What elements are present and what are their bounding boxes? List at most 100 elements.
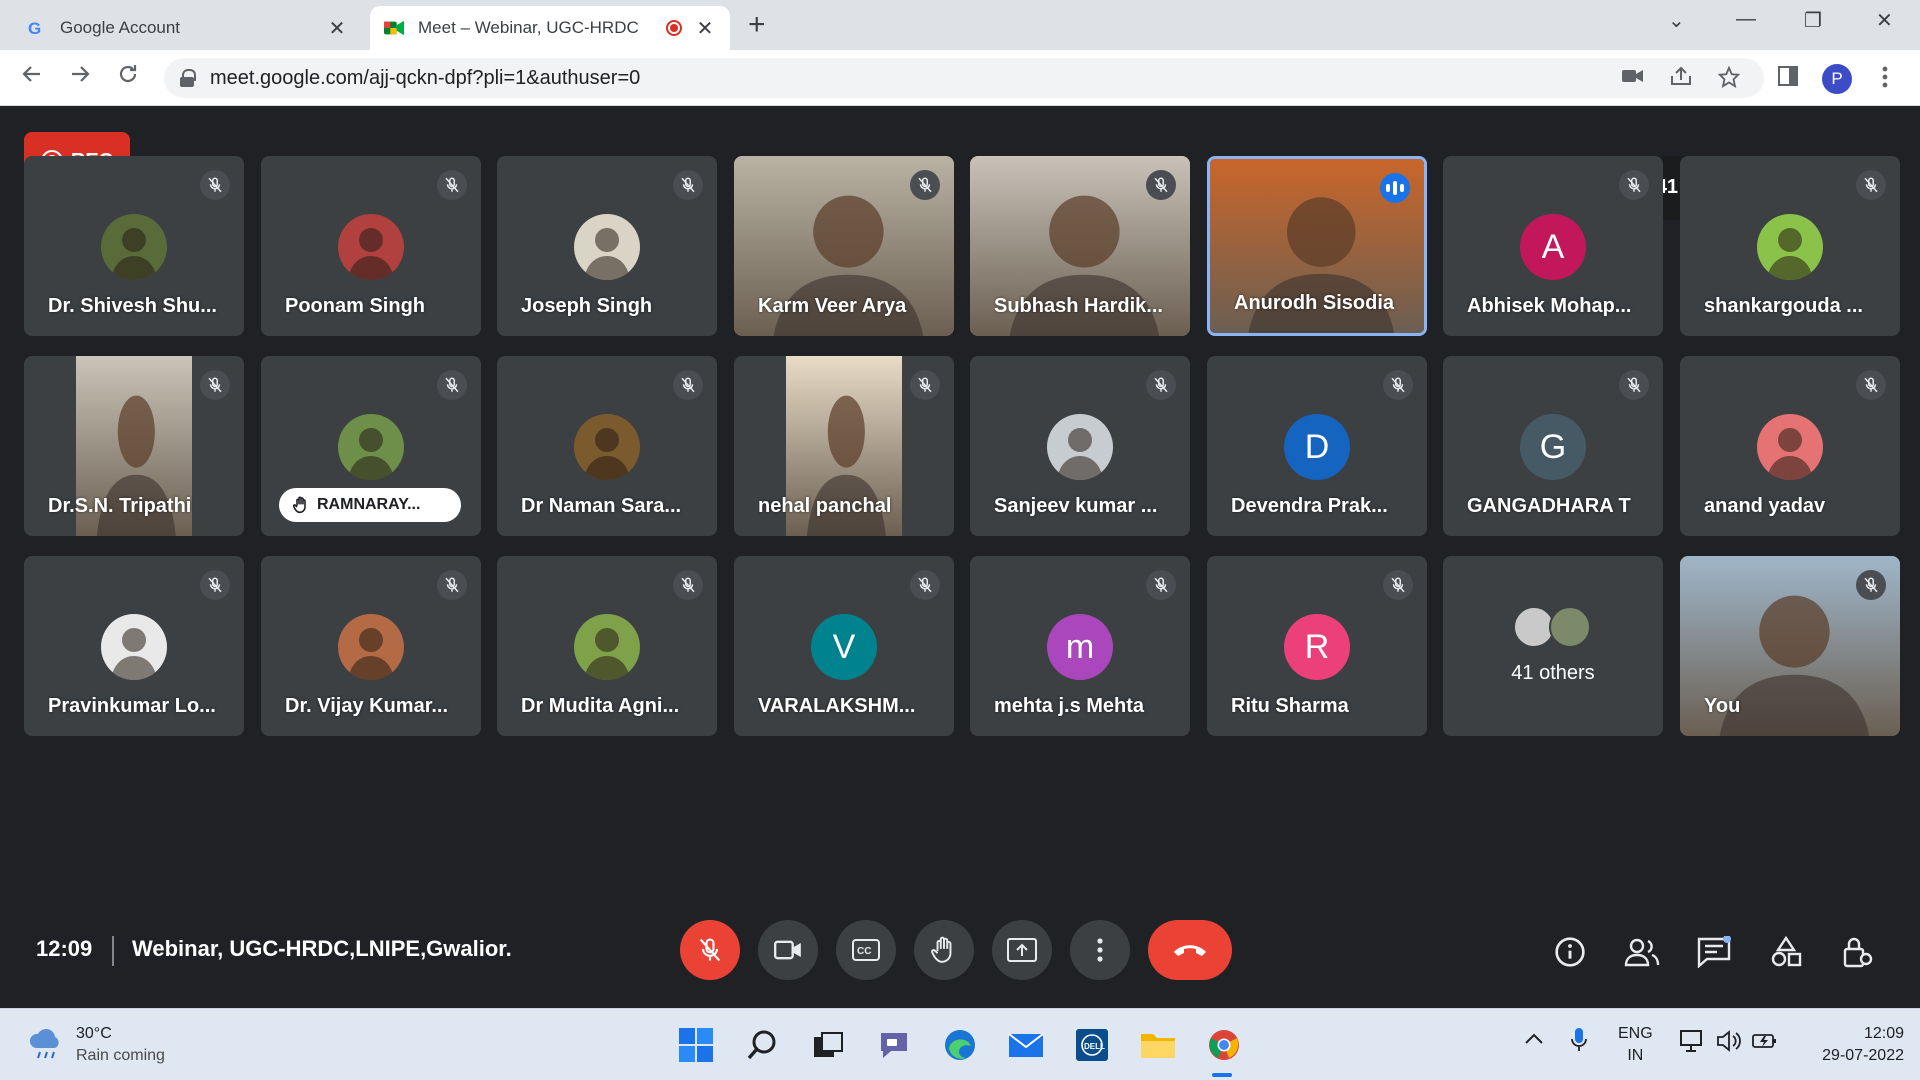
captions-icon: CC — [852, 939, 880, 961]
meet-icon — [384, 18, 404, 38]
language-code: ENG — [1618, 1025, 1653, 1042]
participant-name: Dr. Vijay Kumar... — [285, 695, 449, 717]
participant-tile[interactable]: Poonam Singh — [261, 156, 481, 336]
participant-tile[interactable]: nehal panchal — [734, 356, 954, 536]
participant-tile[interactable]: Dr Mudita Agni... — [497, 556, 717, 736]
mic-off-icon — [1383, 370, 1413, 400]
network-tray[interactable] — [1680, 1029, 1706, 1058]
initial-avatar: m — [1047, 614, 1113, 680]
participant-name: RAMNARAY... — [317, 496, 421, 513]
taskbar-file-explorer[interactable] — [1136, 1023, 1180, 1067]
close-tab-icon[interactable]: ✕ — [694, 16, 716, 41]
leave-call-button[interactable] — [1148, 920, 1232, 980]
close-tab-icon[interactable]: ✕ — [326, 16, 348, 41]
activities-icon — [1771, 936, 1802, 967]
participant-tile[interactable]: shankargouda ... — [1680, 156, 1900, 336]
avatar — [1549, 606, 1591, 648]
search-icon — [747, 1030, 776, 1060]
language-indicator[interactable]: ENG IN — [1618, 1023, 1653, 1067]
battery-tray[interactable] — [1752, 1029, 1778, 1058]
participant-tile[interactable]: Karm Veer Arya — [734, 156, 954, 336]
participant-name: Joseph Singh — [521, 295, 653, 317]
raise-hand-button[interactable] — [914, 920, 974, 980]
profile-avatar[interactable]: P — [1822, 64, 1852, 94]
close-window-button[interactable]: ✕ — [1876, 8, 1893, 33]
taskbar-chrome[interactable] — [1202, 1023, 1246, 1067]
participant-tile[interactable]: You — [1680, 556, 1900, 736]
mic-off-icon — [437, 570, 467, 600]
task-view-button[interactable] — [806, 1023, 850, 1067]
mic-off-icon — [1146, 570, 1176, 600]
participant-tile[interactable]: A Abhisek Mohap... — [1443, 156, 1663, 336]
taskbar-search[interactable] — [740, 1023, 784, 1067]
participant-tile[interactable]: Dr. Shivesh Shu... — [24, 156, 244, 336]
meeting-info-button[interactable] — [1548, 930, 1592, 974]
url-text[interactable]: meet.google.com/ajj-qckn-dpf?pli=1&authu… — [210, 67, 640, 90]
back-icon[interactable] — [20, 62, 44, 92]
microphone-tray[interactable] — [1570, 1027, 1588, 1058]
tab-search-icon[interactable]: ⌄ — [1668, 8, 1685, 33]
participant-tile[interactable]: D Devendra Prak... — [1207, 356, 1427, 536]
tab-meet-webinar[interactable]: Meet – Webinar, UGC-HRDC ✕ — [370, 6, 730, 50]
tab-title: Google Account — [60, 18, 181, 37]
bookmark-star-icon[interactable] — [1717, 65, 1741, 93]
participant-name: Pravinkumar Lo... — [48, 695, 216, 717]
restore-button[interactable]: ❐ — [1804, 8, 1822, 33]
forward-icon[interactable] — [68, 62, 92, 92]
mic-off-icon — [673, 370, 703, 400]
video-camera-icon — [774, 940, 801, 960]
participant-tile[interactable]: anand yadav — [1680, 356, 1900, 536]
address-bar[interactable]: meet.google.com/ajj-qckn-dpf?pli=1&authu… — [164, 58, 1764, 98]
captions-button[interactable]: CC — [836, 920, 896, 980]
participant-tile[interactable]: R Ritu Sharma — [1207, 556, 1427, 736]
mic-off-icon — [1383, 570, 1413, 600]
minimize-button[interactable]: — — [1736, 8, 1756, 31]
show-hidden-icons[interactable] — [1524, 1031, 1544, 1050]
mic-off-icon — [673, 570, 703, 600]
chat-button[interactable] — [1692, 930, 1736, 974]
participant-tile[interactable]: Pravinkumar Lo... — [24, 556, 244, 736]
people-icon — [1624, 938, 1660, 967]
participant-name: nehal panchal — [758, 495, 892, 517]
activities-button[interactable] — [1764, 930, 1808, 974]
camera-icon[interactable] — [1622, 66, 1644, 90]
participant-tile[interactable]: G GANGADHARA T — [1443, 356, 1663, 536]
share-icon[interactable] — [1670, 66, 1692, 91]
volume-tray[interactable] — [1716, 1029, 1742, 1058]
profile-photo-avatar — [574, 614, 640, 680]
taskbar-edge[interactable] — [938, 1023, 982, 1067]
mic-toggle-button[interactable] — [680, 920, 740, 980]
participant-tile[interactable]: V VARALAKSHM... — [734, 556, 954, 736]
taskbar-chat[interactable] — [872, 1023, 916, 1067]
people-button[interactable] — [1620, 930, 1664, 974]
participant-tile[interactable]: m mehta j.s Mehta — [970, 556, 1190, 736]
participant-tile[interactable]: Dr.S.N. Tripathi — [24, 356, 244, 536]
host-controls-button[interactable] — [1836, 930, 1880, 974]
weather-widget[interactable]: 30°C Rain coming — [28, 1023, 165, 1067]
participant-tile[interactable]: Sanjeev kumar ... — [970, 356, 1190, 536]
participant-tile[interactable]: Anurodh Sisodia — [1207, 156, 1427, 336]
more-options-button[interactable] — [1070, 920, 1130, 980]
taskbar-clock[interactable]: 12:09 29-07-2022 — [1808, 1023, 1904, 1067]
participant-tile[interactable]: Joseph Singh — [497, 156, 717, 336]
taskbar-mail[interactable] — [1004, 1023, 1048, 1067]
tab-google-account[interactable]: G Google Account ✕ — [12, 6, 362, 50]
taskbar-dell[interactable]: DELL — [1070, 1023, 1114, 1067]
lock-icon[interactable] — [180, 69, 196, 87]
camera-toggle-button[interactable] — [758, 920, 818, 980]
reload-icon[interactable] — [116, 62, 140, 92]
mic-off-icon — [1619, 170, 1649, 200]
participant-tile[interactable]: Dr. Vijay Kumar... — [261, 556, 481, 736]
present-screen-button[interactable] — [992, 920, 1052, 980]
start-button[interactable] — [674, 1023, 718, 1067]
dell-icon: DELL — [1076, 1029, 1108, 1061]
side-panel-icon[interactable] — [1778, 66, 1798, 91]
more-menu-icon[interactable] — [1882, 66, 1888, 93]
participant-tile[interactable]: Subhash Hardik... — [970, 156, 1190, 336]
mail-icon — [1008, 1033, 1044, 1057]
new-tab-button[interactable]: + — [748, 10, 766, 40]
participant-tile[interactable]: Dr Naman Sara... — [497, 356, 717, 536]
profile-photo-avatar — [1757, 414, 1823, 480]
participant-tile[interactable]: RAMNARAY... — [261, 356, 481, 536]
participant-tile[interactable]: 41 others — [1443, 556, 1663, 736]
